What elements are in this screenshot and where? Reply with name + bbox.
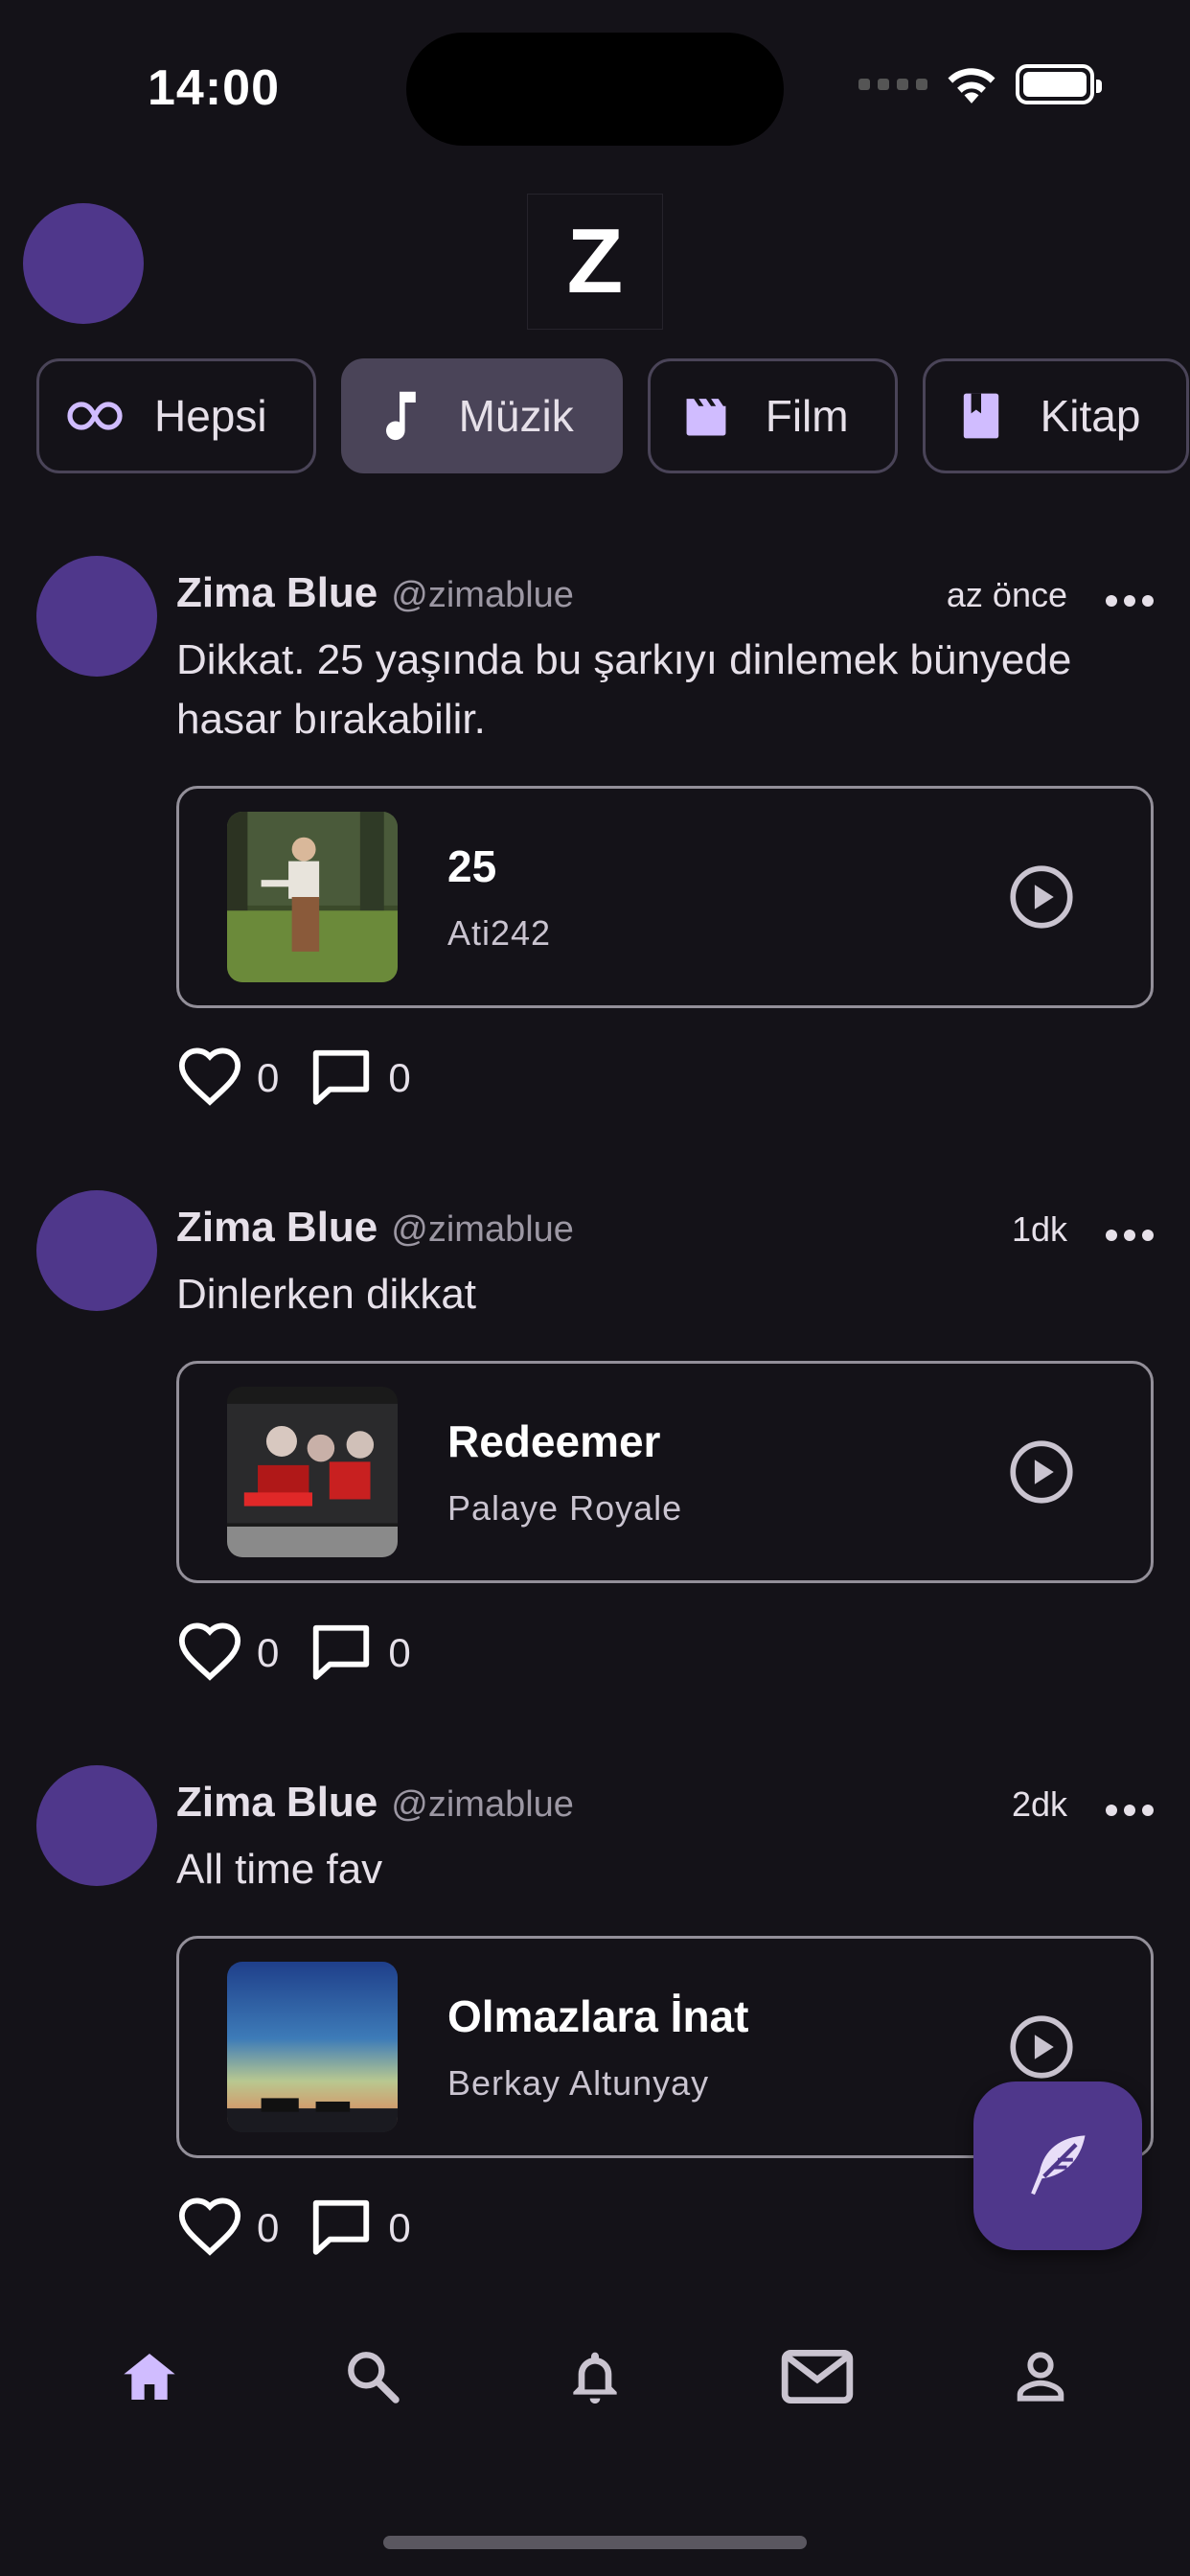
- comment-button[interactable]: 0: [308, 1620, 411, 1687]
- post-timestamp: 1dk: [1011, 1209, 1067, 1249]
- chip-label: Hepsi: [154, 391, 267, 441]
- track-artist: Berkay Altunyay: [447, 2063, 710, 2103]
- post-header: Zima Blue @zimablue 2dk: [176, 1779, 1154, 1827]
- post-timestamp: az önce: [946, 575, 1067, 614]
- play-icon[interactable]: [1009, 1439, 1074, 1505]
- profile-avatar[interactable]: [23, 203, 144, 324]
- post-avatar[interactable]: [36, 1190, 157, 1311]
- track-artist: Ati242: [447, 913, 552, 953]
- post-avatar[interactable]: [36, 1765, 157, 1886]
- chip-label: Kitap: [1040, 391, 1141, 441]
- dynamic-island: [406, 33, 784, 146]
- category-chip-muzik[interactable]: Müzik: [340, 358, 623, 473]
- like-count: 0: [257, 1055, 280, 1100]
- track-card[interactable]: Redeemer Palaye Royale: [176, 1361, 1154, 1583]
- chip-label: Film: [765, 391, 849, 441]
- chip-label: Müzik: [458, 391, 574, 441]
- comment-icon: [313, 2199, 370, 2255]
- heart-icon: [178, 1622, 241, 1681]
- post-avatar[interactable]: [36, 556, 157, 677]
- album-cover: [227, 1387, 398, 1557]
- compose-post-button[interactable]: [973, 2082, 1142, 2250]
- track-title: Olmazlara İnat: [447, 1991, 749, 2041]
- book-icon: [952, 387, 1010, 445]
- track-title: 25: [447, 841, 497, 891]
- comment-count: 0: [388, 2205, 411, 2250]
- post-actions: 0 0: [176, 2195, 440, 2262]
- album-cover: [227, 812, 398, 982]
- play-icon[interactable]: [1009, 2014, 1074, 2080]
- track-info: Redeemer Palaye Royale: [447, 1415, 682, 1529]
- post-text: Dinlerken dikkat: [176, 1271, 477, 1318]
- comment-icon: [313, 1624, 370, 1680]
- like-button[interactable]: 0: [176, 1620, 279, 1687]
- track-info: 25 Ati242: [447, 840, 551, 954]
- battery-icon: [1016, 64, 1102, 104]
- category-filter-bar: Hepsi Müzik Film Kitap: [36, 358, 1190, 473]
- category-chip-kitap[interactable]: Kitap: [922, 358, 1190, 473]
- status-time: 14:00: [148, 60, 280, 116]
- profile-icon: [1017, 2352, 1064, 2402]
- track-title: Redeemer: [447, 1416, 661, 1466]
- home-icon: [124, 2354, 175, 2400]
- post-timestamp: 2dk: [1011, 1784, 1067, 1824]
- comment-button[interactable]: 0: [308, 1045, 411, 1112]
- nav-home[interactable]: [102, 2329, 197, 2425]
- category-chip-film[interactable]: Film: [647, 358, 898, 473]
- post-author-name[interactable]: Zima Blue: [176, 569, 378, 617]
- post-header: Zima Blue @zimablue 1dk: [176, 1204, 1154, 1252]
- post-author-name[interactable]: Zima Blue: [176, 1204, 378, 1252]
- comment-button[interactable]: 0: [308, 2195, 411, 2262]
- heart-icon: [178, 1047, 241, 1106]
- play-icon[interactable]: [1009, 864, 1074, 930]
- status-indicators: [858, 63, 1102, 105]
- search-icon: [347, 2352, 400, 2404]
- wifi-icon: [948, 68, 995, 104]
- mail-icon: [782, 2350, 854, 2404]
- bottom-navigation-bar: [0, 2300, 1190, 2453]
- nav-messages[interactable]: [769, 2329, 865, 2425]
- more-options-icon[interactable]: [1106, 1805, 1154, 1816]
- comment-count: 0: [388, 1055, 411, 1100]
- post-actions: 0 0: [176, 1620, 440, 1687]
- post-author-handle[interactable]: @zimablue: [391, 575, 574, 616]
- post-text: All time fav: [176, 1846, 383, 1893]
- track-card[interactable]: 25 Ati242: [176, 786, 1154, 1008]
- infinity-icon: [66, 387, 124, 445]
- feather-icon: [1031, 2135, 1086, 2196]
- album-cover: [227, 1962, 398, 2132]
- app-logo: Z: [527, 194, 663, 330]
- track-artist: Palaye Royale: [447, 1488, 683, 1528]
- comment-count: 0: [388, 1630, 411, 1675]
- post-author-handle[interactable]: @zimablue: [391, 1209, 574, 1251]
- like-count: 0: [257, 2205, 280, 2250]
- like-count: 0: [257, 1630, 280, 1675]
- heart-icon: [178, 2197, 241, 2256]
- like-button[interactable]: 0: [176, 1045, 279, 1112]
- post-text: Dikkat. 25 yaşında bu şarkıyı dinlemek b…: [176, 636, 1072, 743]
- home-indicator[interactable]: [383, 2536, 807, 2549]
- post-header: Zima Blue @zimablue az önce: [176, 569, 1154, 617]
- nav-notifications[interactable]: [547, 2329, 643, 2425]
- like-button[interactable]: 0: [176, 2195, 279, 2262]
- comment-icon: [313, 1049, 370, 1105]
- bell-icon: [573, 2352, 617, 2404]
- post-card: Zima Blue @zimablue 1dk Dinlerken dikkat…: [36, 1190, 1154, 1689]
- post-author-handle[interactable]: @zimablue: [391, 1784, 574, 1826]
- more-options-icon[interactable]: [1106, 1230, 1154, 1241]
- post-actions: 0 0: [176, 1045, 440, 1112]
- category-chip-hepsi[interactable]: Hepsi: [36, 358, 316, 473]
- clapperboard-icon: [677, 387, 735, 445]
- more-options-icon[interactable]: [1106, 595, 1154, 607]
- post-card: Zima Blue @zimablue az önce Dikkat. 25 y…: [36, 556, 1154, 1131]
- nav-search[interactable]: [325, 2329, 421, 2425]
- cellular-signal-icon: [858, 79, 927, 90]
- music-note-icon: [371, 387, 428, 445]
- post-author-name[interactable]: Zima Blue: [176, 1779, 378, 1827]
- track-info: Olmazlara İnat Berkay Altunyay: [447, 1990, 748, 2104]
- nav-profile[interactable]: [993, 2329, 1088, 2425]
